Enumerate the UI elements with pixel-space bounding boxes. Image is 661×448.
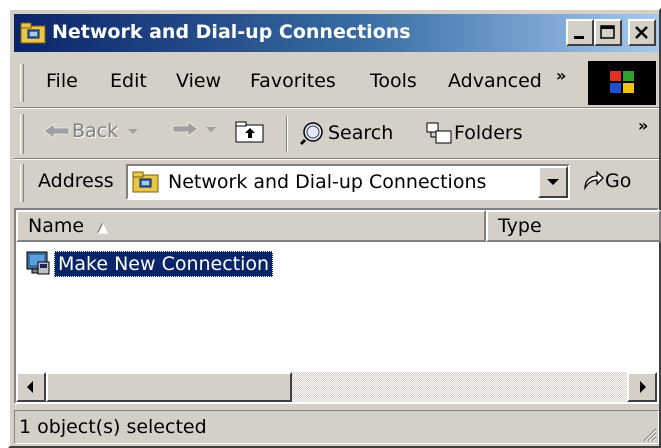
resize-grip-icon[interactable] xyxy=(641,426,657,442)
explorer-window: Network and Dial-up Connections File Edi… xyxy=(8,8,661,448)
menu-view[interactable]: View xyxy=(176,70,221,92)
minimize-icon xyxy=(574,36,584,39)
folders-label: Folders xyxy=(454,122,523,144)
search-icon xyxy=(299,122,323,146)
folders-button[interactable]: Folders xyxy=(424,120,523,146)
address-input[interactable]: Network and Dial-up Connections xyxy=(168,171,486,193)
window-title: Network and Dial-up Connections xyxy=(52,21,411,43)
address-combobox[interactable]: Network and Dial-up Connections xyxy=(126,164,570,200)
scroll-left-arrow-icon xyxy=(27,381,33,393)
minimize-button[interactable] xyxy=(566,19,594,46)
close-icon xyxy=(635,26,648,39)
toolbar-more-chevron[interactable]: » xyxy=(638,116,648,135)
scrollbar-thumb[interactable] xyxy=(46,372,292,402)
address-dropdown-button[interactable] xyxy=(538,166,568,198)
status-text: 1 object(s) selected xyxy=(19,416,207,438)
menu-bar: File Edit View Favorites Tools Advanced … xyxy=(14,60,659,106)
forward-dropdown-icon[interactable] xyxy=(200,120,222,138)
back-arrow-icon xyxy=(43,123,70,139)
toolbar-grip[interactable] xyxy=(20,114,24,154)
menu-bar-grip[interactable] xyxy=(20,64,24,102)
menu-tools[interactable]: Tools xyxy=(370,70,417,92)
search-button[interactable]: Search xyxy=(298,120,393,146)
standard-toolbar: Back Search Folders » xyxy=(14,110,659,158)
address-bar-grip[interactable] xyxy=(20,164,24,202)
folders-icon xyxy=(426,122,452,144)
column-name-label: Name xyxy=(28,215,85,237)
windows-logo xyxy=(588,61,656,105)
scroll-right-button[interactable] xyxy=(627,372,657,402)
up-folder-icon xyxy=(235,121,264,143)
windows-flag-icon xyxy=(610,71,634,93)
go-label: Go xyxy=(605,170,632,192)
back-button[interactable]: Back xyxy=(42,120,144,142)
folder-network-icon xyxy=(20,22,46,44)
scroll-right-arrow-icon xyxy=(640,381,646,393)
toolbar-separator xyxy=(286,116,288,152)
horizontal-scrollbar[interactable] xyxy=(16,372,657,402)
scroll-left-button[interactable] xyxy=(16,372,46,402)
make-new-connection-icon xyxy=(26,251,50,275)
go-arrow-icon xyxy=(584,170,604,191)
menu-advanced[interactable]: Advanced xyxy=(448,70,542,92)
search-label: Search xyxy=(328,122,394,144)
menu-file[interactable]: File xyxy=(46,70,78,92)
up-folder-button[interactable] xyxy=(234,120,266,144)
list-item[interactable]: Make New Connection xyxy=(24,250,274,278)
network-folder-icon xyxy=(132,171,159,193)
menu-edit[interactable]: Edit xyxy=(110,70,147,92)
column-header-name[interactable]: Name ▲ xyxy=(16,210,486,242)
chevron-down-icon xyxy=(547,179,559,185)
menu-more-chevron[interactable]: » xyxy=(556,66,566,85)
back-label: Back xyxy=(72,120,119,142)
back-dropdown-icon[interactable] xyxy=(122,122,144,140)
maximize-button[interactable] xyxy=(594,19,622,46)
menu-toolbar-divider xyxy=(14,107,659,109)
close-button[interactable] xyxy=(628,19,656,46)
title-bar[interactable]: Network and Dial-up Connections xyxy=(14,14,659,52)
forward-button[interactable] xyxy=(170,120,222,138)
status-panel: 1 object(s) selected xyxy=(14,410,659,444)
go-button[interactable]: Go xyxy=(581,170,631,192)
status-bar: 1 object(s) selected xyxy=(14,410,659,444)
address-label: Address xyxy=(38,170,114,192)
maximize-icon xyxy=(600,25,615,39)
column-header-type[interactable]: Type xyxy=(486,210,661,242)
menu-favorites[interactable]: Favorites xyxy=(250,70,336,92)
list-item-label: Make New Connection xyxy=(54,251,274,277)
column-type-label: Type xyxy=(498,215,542,237)
forward-arrow-icon xyxy=(172,121,199,137)
address-bar: Address Network and Dial-up Connections … xyxy=(14,160,659,206)
sort-ascending-icon: ▲ xyxy=(98,221,109,236)
file-list-view[interactable]: Name ▲ Type Make New Connection xyxy=(14,208,661,404)
